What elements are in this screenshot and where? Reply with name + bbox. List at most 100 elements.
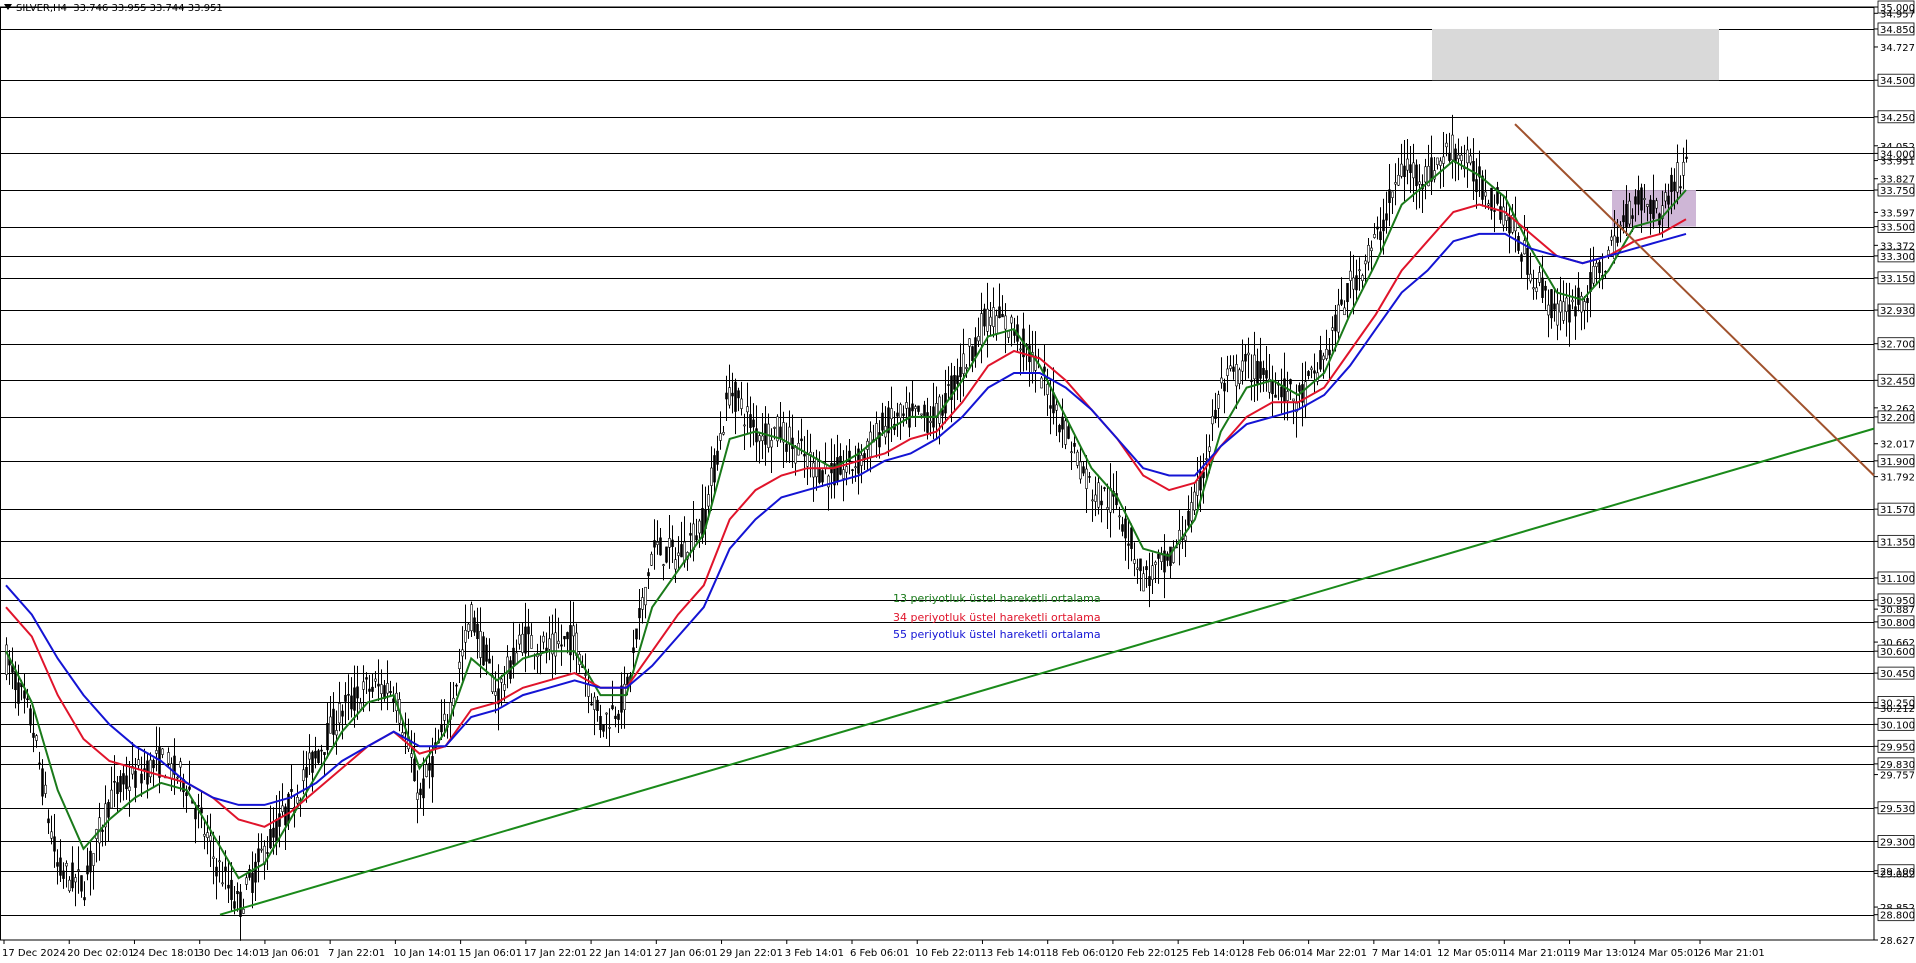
y-tick-label: 34.727: [1880, 43, 1915, 54]
candle-body: [719, 433, 722, 441]
candle-body: [896, 412, 899, 417]
candle-body: [215, 866, 218, 877]
candle-body: [1340, 299, 1343, 305]
x-tick-label: 24 Dec 18:01: [132, 948, 199, 959]
candle-body: [521, 633, 524, 653]
candle-body: [1400, 163, 1403, 177]
candle-body: [1538, 272, 1541, 283]
candle-body: [1385, 213, 1388, 221]
candle-body: [593, 696, 596, 710]
candle-body: [1334, 314, 1337, 332]
candle-body: [74, 877, 77, 883]
candle-body: [1646, 204, 1649, 207]
price-chart: 35.00034.95734.85034.72734.50034.25034.0…: [0, 0, 1915, 959]
candle-body: [1499, 206, 1502, 220]
candle-body: [1673, 181, 1676, 192]
candle-body: [1049, 405, 1052, 409]
candle-body: [1061, 416, 1064, 430]
candle-body: [752, 419, 755, 428]
dropdown-arrow-icon[interactable]: [4, 4, 12, 10]
candle-body: [212, 856, 215, 859]
candle-body: [1055, 404, 1058, 411]
candle-body: [1283, 378, 1286, 402]
candle-body: [881, 412, 884, 431]
candle-body: [1208, 446, 1211, 452]
candle-body: [1136, 567, 1139, 570]
candle-body: [278, 813, 281, 827]
candle-body: [905, 402, 908, 409]
candle-body: [179, 761, 182, 768]
candle-body: [1445, 142, 1448, 148]
candle-body: [1205, 458, 1208, 460]
candle-body: [266, 852, 269, 854]
candle-body: [923, 404, 926, 417]
candle-body: [632, 647, 635, 653]
candle-body: [1643, 198, 1646, 200]
candle-body: [692, 523, 695, 550]
candle-body: [725, 392, 728, 400]
candle-body: [1196, 480, 1199, 496]
candle-body: [1256, 360, 1259, 384]
candle-body: [1664, 192, 1667, 202]
candle-body: [1004, 315, 1007, 330]
y-tick-label: 32.450: [1880, 376, 1915, 387]
candle-body: [1220, 377, 1223, 384]
candle-body: [1244, 354, 1247, 362]
candle-body: [518, 634, 521, 645]
x-tick-label: 26 Mar 21:01: [1698, 948, 1765, 959]
candle-body: [386, 683, 389, 694]
candle-body: [323, 752, 326, 756]
y-tick-label: 31.792: [1880, 473, 1915, 484]
candle-body: [722, 432, 725, 435]
candle-body: [479, 631, 482, 658]
candle-body: [140, 773, 143, 784]
candle-body: [416, 792, 419, 800]
x-tick-label: 14 Mar 21:01: [1502, 948, 1569, 959]
candle-body: [596, 699, 599, 711]
candle-body: [1085, 468, 1088, 489]
candle-body: [1670, 174, 1673, 192]
candle-body: [1250, 379, 1253, 383]
candle-body: [644, 586, 647, 606]
ohlc-readout: 33.746 33.955 33.744 33.951: [73, 3, 223, 14]
candle-body: [368, 688, 371, 692]
candle-body: [1091, 499, 1094, 502]
candle-body: [1676, 162, 1679, 193]
candle-body: [488, 658, 491, 664]
y-tick-label: 30.450: [1880, 669, 1915, 680]
candle-body: [512, 647, 515, 665]
candle-body: [1406, 158, 1409, 171]
candle-body: [467, 623, 470, 632]
candle-body: [1418, 181, 1421, 185]
candle-body: [611, 705, 614, 710]
candle-body: [1460, 154, 1463, 161]
candle-body: [1310, 367, 1313, 370]
candle-body: [836, 457, 839, 482]
candle-body: [1625, 204, 1628, 228]
candle-body: [560, 644, 563, 647]
y-tick-label: 34.250: [1880, 113, 1915, 124]
y-tick-label: 33.597: [1880, 208, 1915, 219]
candle-body: [1127, 543, 1130, 546]
candle-body: [1124, 518, 1127, 539]
candle-body: [65, 862, 68, 867]
candle-body: [347, 694, 350, 696]
candle-body: [1442, 156, 1445, 164]
candle-body: [1064, 420, 1067, 445]
candle-body: [305, 767, 308, 778]
candle-body: [1655, 200, 1658, 209]
candle-body: [1157, 553, 1160, 559]
candle-body: [86, 865, 89, 875]
candle-body: [1106, 507, 1109, 510]
candle-body: [1424, 166, 1427, 183]
candle-body: [1076, 451, 1079, 466]
candle-body: [1544, 285, 1547, 291]
candle-body: [77, 869, 80, 871]
x-tick-label: 20 Feb 22:01: [1111, 948, 1177, 959]
candle-body: [1097, 482, 1100, 508]
candle-body: [1637, 190, 1640, 205]
candle-body: [779, 426, 782, 439]
y-tick-label: 30.887: [1880, 605, 1915, 616]
candle-body: [1379, 231, 1382, 241]
candle-body: [413, 758, 416, 782]
